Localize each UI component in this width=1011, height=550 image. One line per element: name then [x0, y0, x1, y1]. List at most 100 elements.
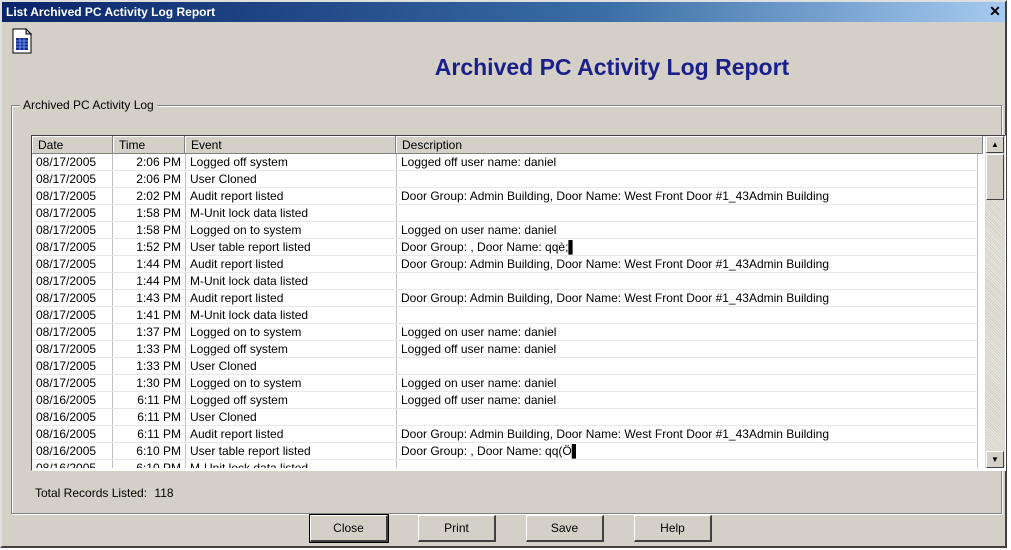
log-table: 08/17/2005 2:06 PM Logged off system Logged…	[32, 154, 978, 468]
cell-date: 08/16/2005	[32, 425, 113, 443]
total-records-value: 118	[154, 486, 174, 500]
table-row[interactable]: 08/17/2005 1:37 PM Logged on to system Logg…	[32, 323, 978, 341]
cell-description: Logged off user name: daniel	[396, 340, 978, 358]
scroll-down-icon[interactable]: ▼	[986, 451, 1004, 468]
cell-time: 2:06 PM	[112, 170, 186, 188]
cell-time: 1:58 PM	[112, 204, 186, 222]
cell-time: 2:02 PM	[112, 187, 186, 205]
table-row[interactable]: 08/17/2005 1:44 PM Audit report listed Door…	[32, 255, 978, 273]
table-row[interactable]: 08/17/2005 1:58 PM M-Unit lock data listed	[32, 204, 978, 222]
cell-date: 08/17/2005	[32, 289, 113, 307]
cell-date: 08/17/2005	[32, 187, 113, 205]
group-label: Archived PC Activity Log	[20, 98, 157, 112]
cell-date: 08/16/2005	[32, 408, 113, 426]
column-header-description[interactable]: Description	[396, 136, 983, 154]
cell-date: 08/17/2005	[32, 340, 113, 358]
table-row[interactable]: 08/17/2005 1:30 PM Logged on to system Logg…	[32, 374, 978, 392]
report-window: List Archived PC Activity Log Report ✕ A…	[0, 0, 1007, 548]
cell-date: 08/17/2005	[32, 374, 113, 392]
table-row[interactable]: 08/17/2005 1:44 PM M-Unit lock data listed	[32, 272, 978, 290]
grid-viewport: Date Time Event Description 08/17/2005 2:…	[32, 136, 983, 468]
help-button[interactable]: Help	[634, 515, 712, 542]
table-row[interactable]: 08/17/2005 1:33 PM Logged off system Logged…	[32, 340, 978, 358]
title-bar[interactable]: List Archived PC Activity Log Report	[2, 2, 1005, 22]
cell-date: 08/17/2005	[32, 306, 113, 324]
cell-time: 1:30 PM	[112, 374, 186, 392]
cell-event: Audit report listed	[185, 289, 397, 307]
cell-time: 1:43 PM	[112, 289, 186, 307]
vertical-scrollbar[interactable]: ▲ ▼	[985, 136, 1005, 468]
table-row[interactable]: 08/17/2005 1:52 PM User table report liste…	[32, 238, 978, 256]
table-row[interactable]: 08/16/2005 6:11 PM Audit report listed Door…	[32, 425, 978, 443]
cell-time: 6:11 PM	[112, 408, 186, 426]
scroll-thumb[interactable]	[986, 154, 1004, 200]
cell-date: 08/16/2005	[32, 391, 113, 409]
cell-date: 08/17/2005	[32, 221, 113, 239]
report-title: Archived PC Activity Log Report	[434, 54, 790, 80]
table-row[interactable]: 08/17/2005 2:06 PM Logged off system Logged…	[32, 154, 978, 171]
activity-log-grid[interactable]: Date Time Event Description 08/17/2005 2:…	[31, 135, 1006, 471]
cell-description	[396, 357, 978, 375]
cell-event: Logged on to system	[185, 374, 397, 392]
table-row[interactable]: 08/16/2005 6:11 PM Logged off system Logged…	[32, 391, 978, 409]
save-button[interactable]: Save	[526, 515, 604, 542]
table-row[interactable]: 08/16/2005 6:10 PM User table report liste…	[32, 442, 978, 460]
window-title: List Archived PC Activity Log Report	[6, 5, 216, 19]
cell-time: 6:11 PM	[112, 425, 186, 443]
table-row[interactable]: 08/16/2005 6:11 PM User Cloned	[32, 408, 978, 426]
cell-description	[396, 459, 978, 468]
cell-time: 1:33 PM	[112, 340, 186, 358]
cell-date: 08/17/2005	[32, 204, 113, 222]
column-header-time[interactable]: Time	[113, 136, 185, 154]
document-icon	[12, 28, 32, 54]
cell-event: Logged off system	[185, 340, 397, 358]
table-row[interactable]: 08/17/2005 1:33 PM User Cloned	[32, 357, 978, 375]
cell-time: 2:06 PM	[112, 154, 186, 171]
cell-description: Door Group: , Door Name: qqè;▌	[396, 238, 978, 256]
table-row[interactable]: 08/17/2005 1:58 PM Logged on to system Logg…	[32, 221, 978, 239]
total-records: Total Records Listed: 118	[35, 486, 174, 500]
table-row[interactable]: 08/17/2005 1:41 PM M-Unit lock data listed	[32, 306, 978, 324]
cell-date: 08/17/2005	[32, 154, 113, 171]
cell-time: 1:44 PM	[112, 255, 186, 273]
cell-time: 1:41 PM	[112, 306, 186, 324]
cell-description: Door Group: Admin Building, Door Name: W…	[396, 255, 978, 273]
cell-description	[396, 306, 978, 324]
cell-date: 08/17/2005	[32, 357, 113, 375]
cell-description: Door Group: Admin Building, Door Name: W…	[396, 289, 978, 307]
cell-event: M-Unit lock data listed	[185, 272, 397, 290]
cell-event: Logged on to system	[185, 221, 397, 239]
cell-event: User table report listed	[185, 238, 397, 256]
cell-description	[396, 408, 978, 426]
cell-time: 1:37 PM	[112, 323, 186, 341]
close-icon[interactable]: ✕	[987, 3, 1003, 19]
column-header-event[interactable]: Event	[185, 136, 396, 154]
column-header-date[interactable]: Date	[32, 136, 113, 154]
cell-event: Logged on to system	[185, 323, 397, 341]
cell-time: 6:11 PM	[112, 391, 186, 409]
cell-time: 1:33 PM	[112, 357, 186, 375]
cell-time: 6:10 PM	[112, 442, 186, 460]
table-row[interactable]: 08/16/2005 6:10 PM M-Unit lock data listed	[32, 459, 978, 468]
cell-description: Logged off user name: daniel	[396, 391, 978, 409]
cell-date: 08/17/2005	[32, 272, 113, 290]
scroll-up-icon[interactable]: ▲	[986, 136, 1004, 153]
cell-time: 1:52 PM	[112, 238, 186, 256]
close-button[interactable]: Close	[309, 514, 389, 543]
cell-event: Logged off system	[185, 391, 397, 409]
cell-description: Logged off user name: daniel	[396, 154, 978, 171]
cell-description	[396, 204, 978, 222]
cell-date: 08/16/2005	[32, 459, 113, 468]
table-row[interactable]: 08/17/2005 1:43 PM Audit report listed Door…	[32, 289, 978, 307]
cell-description: Door Group: Admin Building, Door Name: W…	[396, 187, 978, 205]
print-button[interactable]: Print	[418, 515, 496, 542]
cell-event: Audit report listed	[185, 255, 397, 273]
cell-description: Door Group: , Door Name: qq(Ö▌	[396, 442, 978, 460]
cell-description: Logged on user name: daniel	[396, 221, 978, 239]
cell-description	[396, 272, 978, 290]
table-row[interactable]: 08/17/2005 2:06 PM User Cloned	[32, 170, 978, 188]
table-row[interactable]: 08/17/2005 2:02 PM Audit report listed Door…	[32, 187, 978, 205]
cell-event: User Cloned	[185, 408, 397, 426]
cell-description	[396, 170, 978, 188]
cell-event: Logged off system	[185, 154, 397, 171]
